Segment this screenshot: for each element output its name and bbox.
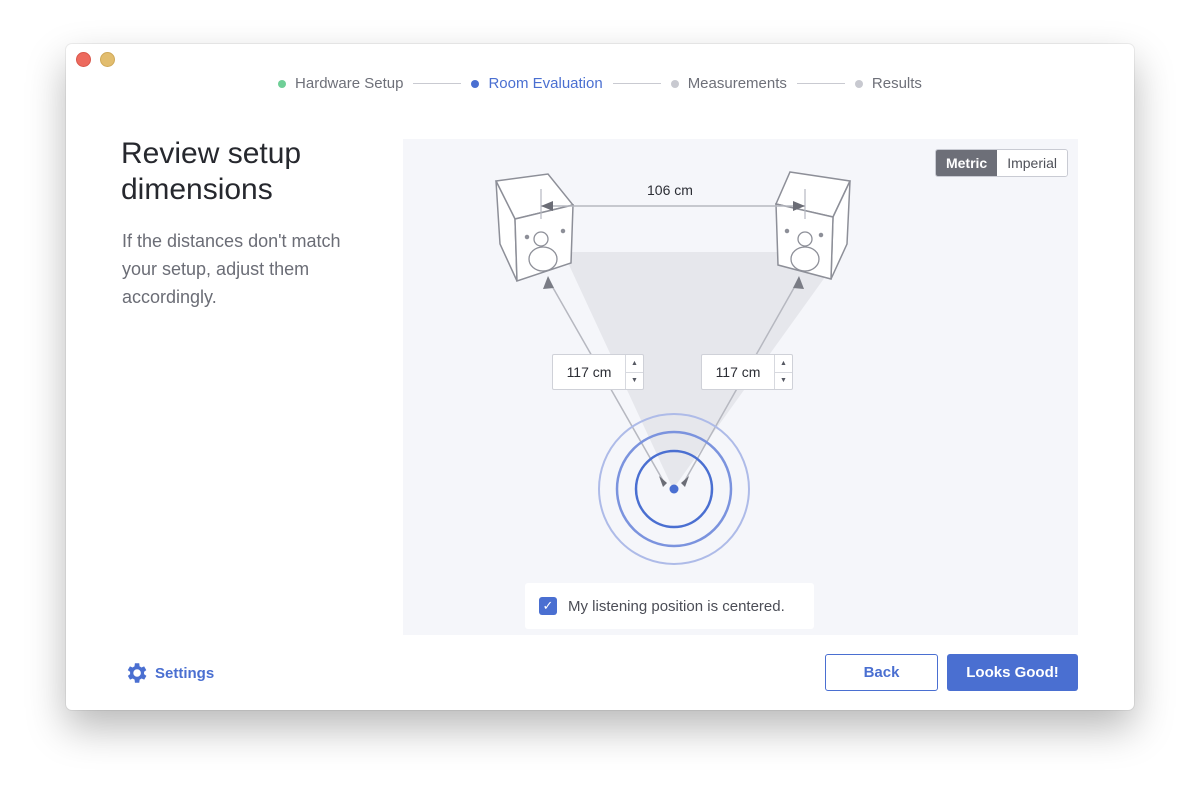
centered-position-option[interactable]: ✓ My listening position is centered.: [525, 583, 814, 629]
decrement-arrow-icon[interactable]: ▼: [775, 371, 792, 390]
right-speaker-icon: [774, 171, 852, 280]
centered-position-label: My listening position is centered.: [568, 597, 785, 615]
unit-toggle: Metric Imperial: [934, 149, 1068, 177]
close-window-button[interactable]: [76, 52, 91, 67]
left-distance-value[interactable]: 117 cm: [553, 355, 625, 389]
app-window: Hardware Setup Room Evaluation Measureme…: [66, 44, 1134, 710]
left-speaker-icon: [494, 173, 575, 283]
step-results: Results: [854, 75, 922, 92]
step-label: Hardware Setup: [295, 75, 404, 92]
looks-good-button[interactable]: Looks Good!: [947, 654, 1078, 691]
step-label: Measurements: [687, 75, 787, 92]
centered-position-checkbox[interactable]: ✓: [539, 597, 557, 615]
page-description: If the distances don't match your setup,…: [122, 231, 341, 307]
step-connector: [612, 83, 661, 84]
speaker-spacing-label: 106 cm: [647, 182, 693, 198]
step-dot: [278, 79, 287, 88]
gear-icon: [127, 663, 147, 683]
window-controls: [76, 52, 115, 67]
step-dot: [854, 79, 863, 88]
page-title: Review setup dimensions: [121, 137, 302, 206]
left-arrowhead: [543, 276, 554, 289]
step-connector: [796, 83, 845, 84]
left-distance-stepper[interactable]: 117 cm ▲ ▼: [552, 354, 644, 390]
setup-diagram-panel: Metric Imperial 106 cm 117 cm ▲ ▼ 117 cm…: [403, 139, 1078, 635]
step-measurements: Measurements: [670, 75, 787, 92]
step-label: Results: [871, 75, 922, 92]
step-room-evaluation: Room Evaluation: [471, 75, 603, 92]
increment-arrow-icon[interactable]: ▲: [626, 355, 643, 372]
increment-arrow-icon[interactable]: ▲: [775, 355, 792, 372]
back-button[interactable]: Back: [825, 654, 938, 691]
step-hardware-setup: Hardware Setup: [278, 75, 403, 92]
decrement-arrow-icon[interactable]: ▼: [626, 371, 643, 390]
step-connector: [413, 83, 462, 84]
step-dot: [471, 79, 480, 88]
minimize-window-button[interactable]: [100, 52, 115, 67]
step-dot: [670, 79, 679, 88]
right-distance-stepper[interactable]: 117 cm ▲ ▼: [701, 354, 793, 390]
metric-toggle-button[interactable]: Metric: [935, 150, 998, 176]
settings-label: Settings: [155, 664, 215, 682]
step-label: Room Evaluation: [488, 75, 603, 92]
right-distance-value[interactable]: 117 cm: [702, 355, 774, 389]
imperial-toggle-button[interactable]: Imperial: [997, 150, 1067, 176]
settings-link[interactable]: Settings: [123, 660, 214, 686]
progress-stepper: Hardware Setup Room Evaluation Measureme…: [66, 75, 1134, 92]
